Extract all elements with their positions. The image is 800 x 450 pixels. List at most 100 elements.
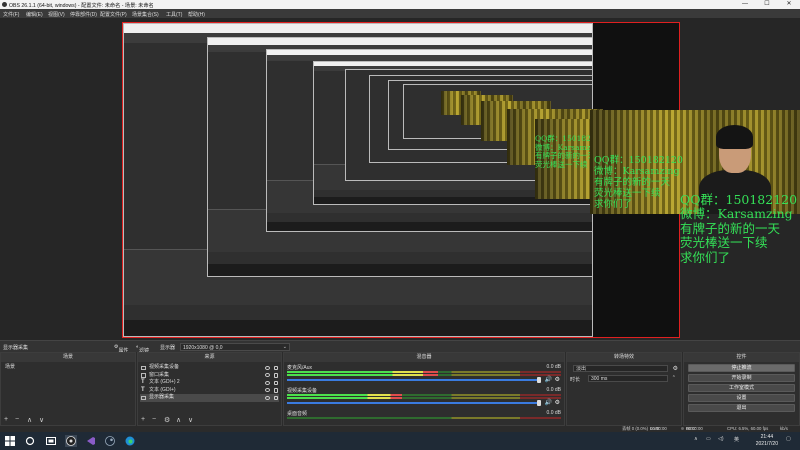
scene-item[interactable]: 场景 [3, 364, 133, 372]
network-icon[interactable]: ▭ [706, 436, 711, 442]
scenes-footer: + − ∧ ∨ [1, 415, 135, 425]
lock-icon[interactable] [273, 373, 278, 378]
source-item-window-capture[interactable]: 窗口采集 [140, 372, 279, 380]
task-view-icon[interactable] [45, 435, 57, 447]
close-button[interactable]: ✕ [778, 0, 800, 9]
maximize-button[interactable]: ☐ [756, 0, 778, 9]
transition-type-select[interactable]: 淡出 [573, 365, 668, 372]
mixer-channel-desktop: 桌面音频 0.0 dB [287, 410, 561, 424]
mixer-channel-mic: 麦克风/Aux 0.0 dB 🔊 ⚙ [287, 364, 561, 386]
chevron-down-icon: ⌄ [282, 344, 287, 350]
rec-dot-icon [681, 427, 684, 431]
lock-icon[interactable] [273, 388, 278, 393]
stop-streaming-button[interactable]: 停止推流 [688, 364, 795, 372]
move-scene-up-button[interactable]: ∧ [27, 416, 32, 424]
menu-edit[interactable]: 编辑(E) [26, 11, 43, 18]
start-recording-button[interactable]: 开始录制 [688, 374, 795, 382]
properties-button[interactable]: ⚙ 属性 [114, 344, 129, 354]
channel-db: 0.0 dB [546, 387, 561, 393]
overlay-text-source[interactable]: QQ群：150182120 微博：Karsamzing 有牌子的新的一天 荧光棒送一下… [680, 192, 797, 265]
display-select[interactable]: 1920x1080 @ 0,0 ⌄ [180, 343, 290, 351]
scene-transitions-dock: 转场特效 淡出 ⚙ 时长 300 ms ⌃ [566, 352, 682, 426]
move-source-up-button[interactable]: ∧ [176, 416, 181, 424]
ime-indicator[interactable]: 英 [734, 436, 739, 443]
gear-icon[interactable]: ⚙ [673, 365, 678, 372]
studio-mode-button[interactable]: 工作室模式 [688, 384, 795, 392]
text-icon: T [141, 386, 145, 393]
transitions-title: 转场特效 [567, 353, 681, 362]
mixer-title: 混音器 [284, 353, 564, 362]
windows-start-icon[interactable] [4, 435, 16, 447]
visibility-eye-icon[interactable] [265, 365, 270, 370]
channel-name: 麦克风/Aux [287, 365, 313, 371]
volume-slider[interactable] [287, 400, 541, 406]
source-item-text-2[interactable]: T 文本 (GDI+) 2 [140, 379, 279, 387]
windows-taskbar: ∧ ▭ ◁) 英 21:44 2021/7/20 ▢ [0, 432, 800, 450]
move-source-down-button[interactable]: ∨ [188, 416, 193, 424]
settings-button[interactable]: 设置 [688, 394, 795, 402]
menu-view[interactable]: 视图(V) [48, 11, 65, 18]
source-item-text[interactable]: T 文本 (GDI+) [140, 387, 279, 395]
obs-taskbar-icon[interactable] [65, 435, 77, 447]
exit-button[interactable]: 退出 [688, 404, 795, 412]
source-item-video-capture[interactable]: 视频采集设备 [140, 364, 279, 372]
remove-source-button[interactable]: − [152, 416, 156, 423]
steam-icon[interactable] [104, 435, 116, 447]
controls-dock: 控件 停止推流 开始录制 工作室模式 设置 退出 [683, 352, 800, 426]
minimize-button[interactable]: — [734, 0, 756, 9]
obs-app-icon [2, 1, 7, 7]
channel-db: 0.0 dB [546, 364, 561, 370]
volume-slider[interactable] [287, 377, 541, 383]
duration-input[interactable]: 300 ms [588, 375, 668, 382]
volume-icon[interactable]: ◁) [718, 436, 724, 442]
tray-chevron-icon[interactable]: ∧ [694, 436, 698, 442]
gear-icon[interactable]: ⚙ [555, 399, 560, 406]
window-icon [141, 373, 146, 378]
menu-file[interactable]: 文件(F) [3, 11, 19, 18]
menu-profile[interactable]: 配置文件(P) [100, 11, 127, 18]
visual-studio-icon[interactable] [85, 435, 97, 447]
channel-db: 0.0 dB [546, 410, 561, 416]
display-label: 显示器 [160, 345, 176, 351]
visibility-eye-icon[interactable] [265, 373, 270, 377]
source-settings-button[interactable]: ⚙ [164, 416, 170, 424]
scenes-dock: 场景 场景 + − ∧ ∨ [0, 352, 136, 426]
sources-dock: 来源 视频采集设备 窗口采集 T 文本 (GDI+) 2 T 文本 (GDI+) 显… [137, 352, 282, 426]
lock-icon[interactable] [273, 365, 278, 370]
spinner-icon[interactable]: ⌃ [672, 375, 676, 381]
menu-tools[interactable]: 工具(T) [166, 11, 182, 18]
menu-help[interactable]: 帮助(H) [188, 11, 205, 18]
visibility-eye-icon[interactable] [265, 380, 270, 385]
remove-scene-button[interactable]: − [15, 416, 19, 423]
speaker-icon[interactable]: 🔊 [545, 376, 552, 383]
visibility-eye-icon[interactable] [265, 395, 270, 400]
menu-scene-collection[interactable]: 场景集合(S) [132, 11, 159, 18]
title-bar: OBS 26.1.1 (64-bit, windows) - 配置文件: 未命名… [0, 0, 800, 9]
taskbar-clock[interactable]: 21:44 2021/7/20 [756, 434, 778, 447]
notification-icon[interactable]: ▢ [786, 436, 791, 442]
preview-area[interactable]: QQ群：150182120 微博：Karsamzing 有牌子的新的一天 荧光棒送一下… [0, 18, 800, 340]
sources-title: 来源 [138, 353, 281, 362]
duration-label: 时长 [570, 377, 581, 383]
filters-button[interactable]: ◐ 滤镜 [136, 344, 149, 354]
audio-mixer-dock: 混音器 麦克风/Aux 0.0 dB 🔊 ⚙ 视频采集设备 0.0 dB 🔊 ⚙… [283, 352, 565, 426]
lock-icon[interactable] [273, 395, 278, 400]
overlay-text-mid: QQ群：150182120 微博：Karsamzing 有牌子的新的一天 荧光棒送一下… [594, 155, 683, 210]
speaker-icon[interactable]: 🔊 [545, 399, 552, 406]
add-scene-button[interactable]: + [4, 416, 8, 423]
gear-icon[interactable]: ⚙ [555, 376, 560, 383]
display-select-value: 1920x1080 @ 0,0 [183, 344, 223, 351]
level-meter [287, 374, 561, 376]
controls-title: 控件 [684, 353, 799, 362]
source-item-display-capture[interactable]: 显示器采集 [140, 394, 279, 402]
text-icon: T [141, 379, 145, 385]
lock-icon[interactable] [273, 380, 278, 385]
move-scene-down-button[interactable]: ∨ [39, 416, 44, 424]
visibility-eye-icon[interactable] [265, 388, 270, 392]
add-source-button[interactable]: + [141, 416, 145, 423]
menu-docks[interactable]: 停靠部件(D) [70, 11, 97, 18]
selected-source-label: 显示器采集 [3, 345, 29, 351]
menu-bar: 文件(F) 编辑(E) 视图(V) 停靠部件(D) 配置文件(P) 场景集合(S… [0, 9, 800, 18]
search-icon[interactable] [24, 435, 36, 447]
edge-browser-icon[interactable] [124, 435, 136, 447]
